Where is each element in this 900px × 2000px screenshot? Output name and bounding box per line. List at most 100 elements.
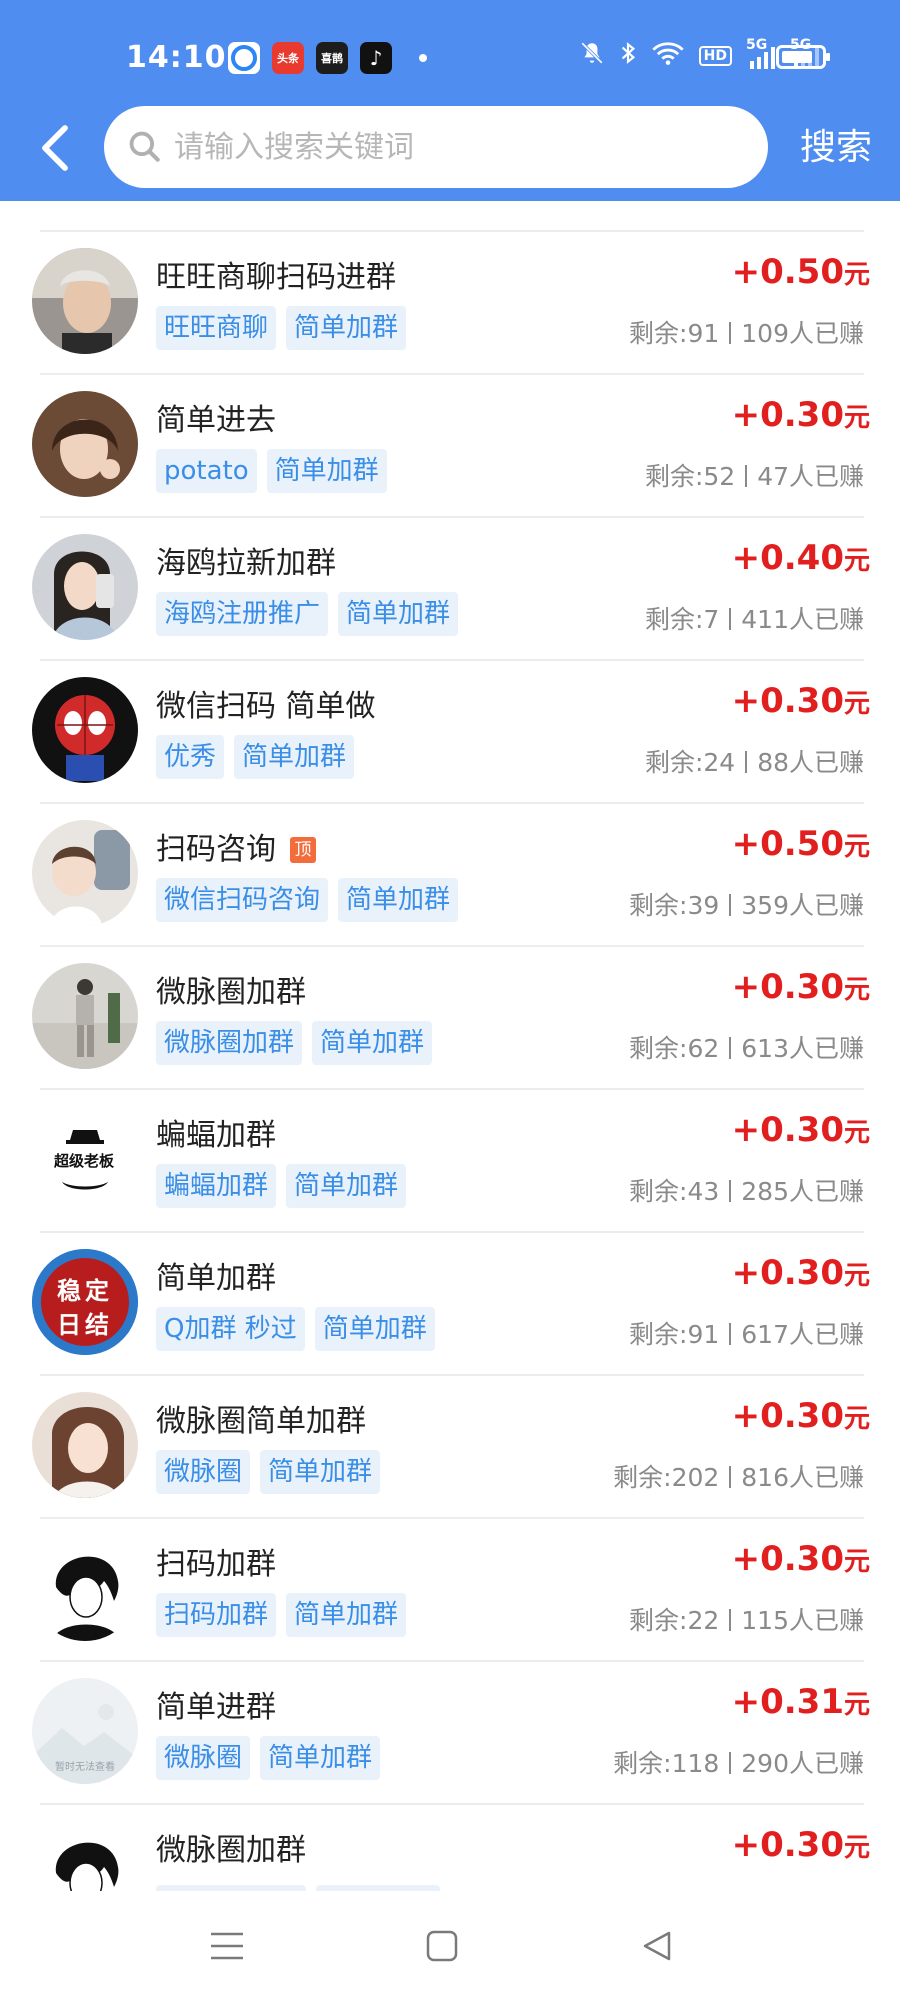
task-tags: 微脉圈 简单加群 — [156, 1450, 381, 1494]
search-button[interactable]: 搜索 — [800, 118, 872, 170]
pinned-badge: 顶 — [290, 837, 316, 863]
task-tag: 简单加群 — [338, 878, 459, 922]
avatar: 超级老板 — [32, 1106, 138, 1212]
reward-unit: 元 — [843, 1547, 870, 1577]
task-list-item[interactable]: 超级老板 蝙蝠加群 蝙蝠加群 简单加群 +0.30元 剩余:43 285人已赚 — [0, 1088, 900, 1231]
remaining-count: 剩余:52 — [644, 462, 736, 491]
hd-badge: HD — [698, 46, 732, 66]
reward-unit: 元 — [843, 1690, 870, 1720]
task-list-item[interactable]: 海鸥拉新加群 海鸥注册推广 简单加群 +0.40元 剩余:7 411人已赚 — [0, 516, 900, 659]
reward-amount: +0.40 — [731, 538, 844, 578]
task-stats: 剩余:39 359人已赚 — [629, 886, 864, 922]
task-stats: 剩余:62 613人已赚 — [629, 1029, 864, 1065]
partial-list-item[interactable] — [0, 201, 900, 233]
remaining-count: 剩余:7 — [644, 605, 720, 634]
task-tag: 简单加群 — [314, 1307, 435, 1351]
stats-separator — [729, 1609, 732, 1631]
task-list-item[interactable]: 稳定 日结 简单加群 Q加群 秒过 简单加群 +0.30元 剩余:91 617人已… — [0, 1231, 900, 1374]
task-title: 微脉圈简单加群 — [156, 1404, 366, 1439]
reward-amount: +0.30 — [731, 1253, 844, 1293]
task-tags: Q加群 秒过 简单加群 — [156, 1307, 435, 1351]
menu-icon — [211, 1932, 243, 1960]
task-title: 扫码加群 — [156, 1547, 276, 1582]
task-list-item[interactable]: 微脉圈加群 微脉圈加群 简单加群 +0.30元 剩余:62 613人已赚 — [0, 945, 900, 1088]
reward-amount: +0.31 — [731, 1682, 844, 1722]
task-list-item[interactable]: 微信扫码 简单做 优秀 简单加群 +0.30元 剩余:24 88人已赚 — [0, 659, 900, 802]
avatar — [32, 963, 138, 1069]
reward-amount: +0.30 — [731, 1110, 844, 1150]
battery-icon — [776, 45, 830, 69]
reward-unit: 元 — [843, 689, 870, 719]
task-stats: 剩余:91 109人已赚 — [629, 314, 864, 350]
reward-amount: +0.30 — [731, 395, 844, 435]
row-divider — [40, 659, 864, 661]
row-divider — [40, 1803, 864, 1805]
task-stats: 剩余:7 411人已赚 — [645, 600, 864, 636]
task-stats: 剩余:91 617人已赚 — [629, 1315, 864, 1351]
menu-button[interactable] — [202, 1921, 252, 1971]
tiktok-app-icon: ♪ — [360, 42, 392, 74]
row-divider — [40, 1517, 864, 1519]
task-tag: 简单加群 — [234, 735, 355, 779]
remaining-count: 剩余:91 — [629, 319, 720, 348]
task-tag: 简单加群 — [260, 1736, 381, 1780]
row-divider — [40, 1231, 864, 1233]
square-home-icon — [426, 1930, 458, 1962]
task-list-item[interactable]: 微脉圈简单加群 微脉圈 简单加群 +0.30元 剩余:202 816人已赚 — [0, 1374, 900, 1517]
task-tag: Q加群 秒过 — [156, 1307, 305, 1351]
task-list-item[interactable]: 简单进去 potato 简单加群 +0.30元 剩余:52 47人已赚 — [0, 373, 900, 516]
task-reward: +0.30元 — [732, 1539, 870, 1579]
triangle-back-icon — [643, 1931, 671, 1961]
avatar — [32, 820, 138, 926]
task-list-item[interactable]: 扫码加群 扫码加群 简单加群 +0.30元 剩余:22 115人已赚 — [0, 1517, 900, 1660]
task-title: 微信扫码 简单做 — [156, 689, 376, 724]
task-tag: 简单加群 — [286, 1593, 407, 1637]
back-button[interactable] — [30, 118, 80, 178]
task-list-item[interactable]: 微脉圈加群 +0.30元 — [0, 1803, 900, 1891]
avatar — [32, 391, 138, 497]
task-reward: +0.50元 — [732, 252, 870, 292]
task-reward: +0.50元 — [732, 824, 870, 864]
row-divider — [40, 1660, 864, 1662]
task-list-item[interactable]: 旺旺商聊扫码进群 旺旺商聊 简单加群 +0.50元 剩余:91 109人已赚 — [0, 230, 900, 373]
chevron-left-icon — [42, 125, 68, 171]
row-divider — [40, 373, 864, 375]
task-tags: 蝙蝠加群 简单加群 — [156, 1164, 407, 1208]
home-button[interactable] — [417, 1921, 467, 1971]
stats-separator — [729, 1466, 732, 1488]
task-reward: +0.30元 — [732, 967, 870, 1007]
reward-unit: 元 — [843, 1118, 870, 1148]
back-nav-button[interactable] — [632, 1921, 682, 1971]
remaining-count: 剩余:62 — [629, 1034, 720, 1063]
task-reward: +0.30元 — [732, 681, 870, 721]
row-divider — [40, 1374, 864, 1376]
task-reward: +0.30元 — [732, 1110, 870, 1150]
reward-amount: +0.30 — [731, 1396, 844, 1436]
reward-unit: 元 — [843, 403, 870, 433]
reward-unit: 元 — [843, 832, 870, 862]
earned-count: 115人已赚 — [741, 1606, 864, 1635]
search-icon — [129, 131, 160, 162]
status-time: 14:10 — [126, 40, 227, 75]
stats-separator — [729, 1037, 732, 1059]
search-input[interactable] — [174, 106, 734, 188]
reward-amount: +0.30 — [731, 967, 844, 1007]
reward-amount: +0.50 — [731, 824, 844, 864]
stats-separator — [729, 894, 732, 916]
task-list-item[interactable]: 暂时无法查看 简单进群 微脉圈 简单加群 +0.31元 剩余:118 290人已赚 — [0, 1660, 900, 1803]
earned-count: 617人已赚 — [741, 1320, 864, 1349]
stats-separator — [745, 465, 748, 487]
search-bar[interactable] — [104, 106, 768, 188]
task-tag: 微脉圈 — [156, 1736, 251, 1780]
avatar — [32, 1821, 138, 1891]
earned-count: 359人已赚 — [741, 891, 864, 920]
reward-unit: 元 — [843, 546, 870, 576]
task-tags: 扫码加群 简单加群 — [156, 1593, 407, 1637]
remaining-count: 剩余:39 — [629, 891, 720, 920]
task-list: 旺旺商聊扫码进群 旺旺商聊 简单加群 +0.50元 剩余:91 109人已赚 简单… — [0, 201, 900, 1891]
row-divider — [40, 516, 864, 518]
task-list-item[interactable]: 扫码咨询顶 微信扫码咨询 简单加群 +0.50元 剩余:39 359人已赚 — [0, 802, 900, 945]
task-tags: 微信扫码咨询 简单加群 — [156, 878, 459, 922]
browser-app-icon — [228, 42, 260, 74]
avatar: 暂时无法查看 — [32, 1678, 138, 1784]
